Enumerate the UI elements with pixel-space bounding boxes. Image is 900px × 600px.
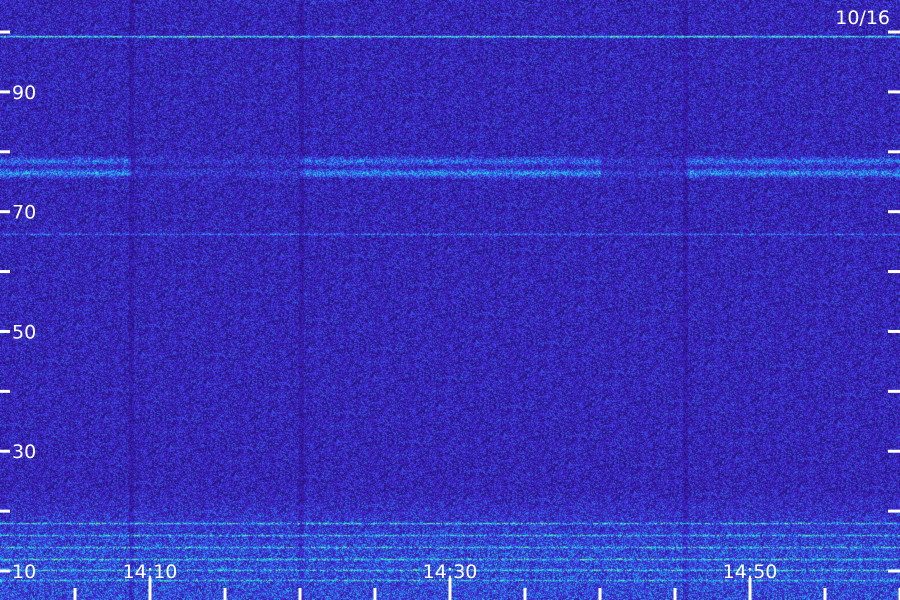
axis-overlay: 90 70 50 30 10 14:10 14:30 14:50 10/16 — [0, 7, 900, 600]
y-tick-label: 30 — [12, 441, 36, 463]
y-tick-label: 10 — [12, 561, 36, 583]
x-tick-label: 14:50 — [723, 561, 778, 583]
x-tick-label: 14:10 — [123, 561, 178, 583]
x-axis: 14:10 14:30 14:50 — [73, 561, 900, 600]
y-tick-label: 50 — [12, 321, 36, 343]
spectrogram-chart: 90 70 50 30 10 14:10 14:30 14:50 10/16 — [0, 0, 900, 600]
y-axis-right — [888, 30, 900, 573]
date-label: 10/16 — [835, 7, 890, 29]
y-tick-label: 90 — [12, 82, 36, 104]
y-tick-label: 70 — [12, 202, 36, 224]
x-tick-label: 14:30 — [423, 561, 478, 583]
y-axis-left: 90 70 50 30 10 — [0, 30, 36, 583]
